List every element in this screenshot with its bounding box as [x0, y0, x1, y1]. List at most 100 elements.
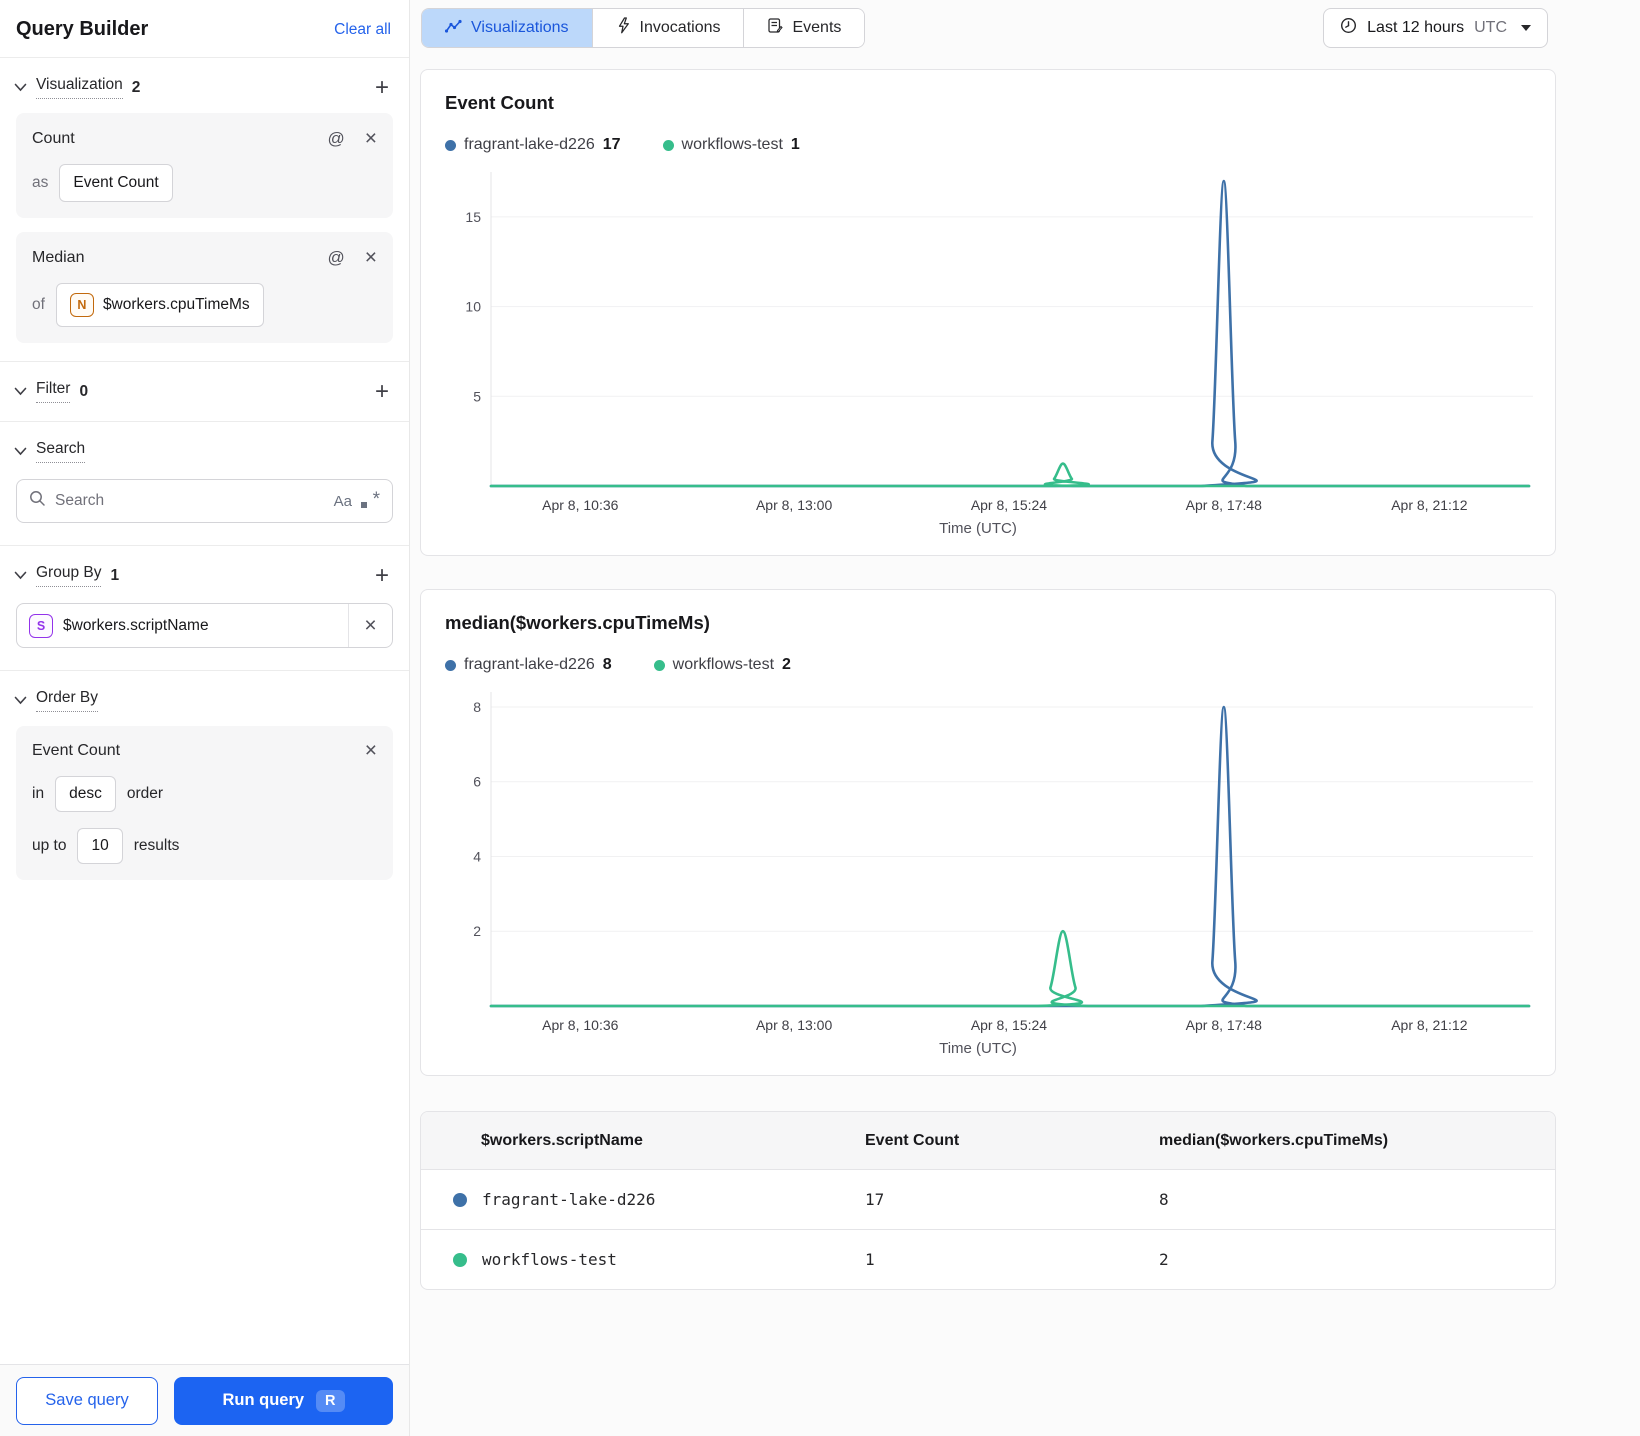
caret-down-icon	[1521, 25, 1531, 31]
topbar: Visualizations Invocations Events Last 1…	[420, 0, 1556, 48]
svg-text:5: 5	[473, 388, 481, 404]
mention-icon[interactable]: @	[327, 129, 344, 149]
query-builder-sidebar: Query Builder Clear all Visualization 2 …	[0, 0, 410, 1436]
filter-count: 0	[79, 382, 89, 400]
svg-text:Apr 8, 15:24: Apr 8, 15:24	[971, 1017, 1047, 1033]
remove-visualization-icon[interactable]: ×	[365, 128, 377, 149]
legend-item[interactable]: workflows-test 1	[662, 136, 800, 154]
visualization-section-label[interactable]: Visualization	[36, 76, 123, 99]
column-header-script-name[interactable]: $workers.scriptName	[421, 1132, 805, 1150]
remove-visualization-icon[interactable]: ×	[365, 247, 377, 268]
legend-item[interactable]: fragrant-lake-d226 8	[445, 656, 612, 674]
group-by-item[interactable]: S $workers.scriptName ×	[16, 603, 393, 648]
visualization-section: Visualization 2 + Count @ × as Event Cou…	[0, 58, 409, 362]
search-input[interactable]	[55, 492, 325, 510]
main-content: Visualizations Invocations Events Last 1…	[410, 0, 1640, 1436]
time-range-label: Last 12 hours	[1367, 19, 1465, 36]
svg-text:Apr 8, 17:48: Apr 8, 17:48	[1186, 1017, 1262, 1033]
svg-text:Apr 8, 21:12: Apr 8, 21:12	[1391, 497, 1467, 513]
chevron-down-icon[interactable]	[14, 83, 27, 92]
svg-text:Apr 8, 13:00: Apr 8, 13:00	[756, 1017, 832, 1033]
add-filter-button[interactable]: +	[375, 379, 389, 403]
series-dot	[453, 1192, 467, 1207]
filter-section-label[interactable]: Filter	[36, 380, 71, 403]
chevron-down-icon[interactable]	[14, 571, 27, 580]
legend-series-value: 1	[790, 136, 800, 153]
group-by-section-label[interactable]: Group By	[36, 564, 102, 587]
regex-icon[interactable]: *	[361, 489, 380, 511]
up-to-label: up to	[32, 837, 67, 854]
tab-visualizations[interactable]: Visualizations	[422, 9, 593, 47]
group-by-section: Group By 1 + S $workers.scriptName ×	[0, 546, 409, 671]
search-section: Search Aa *	[0, 422, 409, 546]
svg-text:Apr 8, 17:48: Apr 8, 17:48	[1186, 497, 1262, 513]
legend-item[interactable]: fragrant-lake-d226 17	[445, 136, 621, 154]
save-query-button[interactable]: Save query	[16, 1376, 158, 1425]
order-by-field: Event Count	[32, 742, 121, 759]
as-label: as	[32, 174, 49, 191]
chart-line-icon	[444, 19, 462, 38]
visualization-card-median: Median @ × of N $workers.cpuTimeMs	[16, 232, 393, 343]
time-range-selector[interactable]: Last 12 hours UTC	[1323, 8, 1548, 48]
remove-order-by-icon[interactable]: ×	[365, 740, 377, 761]
clear-all-link[interactable]: Clear all	[334, 21, 391, 39]
svg-text:4: 4	[473, 848, 481, 864]
order-by-section: Order By Event Count × in desc order up …	[0, 671, 409, 900]
remove-group-by-button[interactable]: ×	[348, 604, 392, 647]
series-dot	[653, 659, 665, 671]
sort-direction-select[interactable]: desc	[55, 776, 116, 812]
chart-legend: fragrant-lake-d226 17 workflows-test 1	[445, 136, 1531, 154]
search-section-label[interactable]: Search	[36, 440, 86, 463]
sidebar-header: Query Builder Clear all	[0, 0, 409, 58]
order-by-section-label[interactable]: Order By	[36, 689, 99, 712]
svg-text:6: 6	[473, 774, 481, 790]
svg-text:2: 2	[473, 923, 481, 939]
median-cputime-chart: 2 4 6 8 Apr 8, 10:36 Apr 8, 13:00 Apr 8, 15:24…	[473, 692, 1533, 1033]
group-by-field: $workers.scriptName	[63, 616, 209, 634]
group-by-count: 1	[110, 566, 120, 584]
tab-events[interactable]: Events	[744, 9, 865, 47]
chevron-down-icon[interactable]	[14, 447, 27, 456]
script-name-cell: workflows-test	[482, 1250, 617, 1269]
table-row[interactable]: fragrant-lake-d226 17 8	[421, 1169, 1555, 1229]
results-table: $workers.scriptName Event Count median($…	[420, 1111, 1556, 1290]
events-icon	[767, 17, 784, 39]
clock-icon	[1340, 17, 1357, 39]
legend-item[interactable]: workflows-test 2	[653, 656, 791, 674]
mention-icon[interactable]: @	[327, 248, 344, 268]
series-dot	[662, 139, 674, 151]
sidebar-footer: Save query Run query R	[0, 1364, 409, 1436]
visualization-card-count: Count @ × as Event Count	[16, 113, 393, 218]
run-query-button[interactable]: Run query R	[174, 1376, 393, 1425]
filter-section: Filter 0 +	[0, 362, 409, 422]
column-header-median[interactable]: median($workers.cpuTimeMs)	[1099, 1132, 1555, 1150]
svg-text:15: 15	[465, 209, 481, 225]
sidebar-scroll-area: Visualization 2 + Count @ × as Event Cou…	[0, 58, 409, 1364]
string-type-icon: S	[29, 613, 53, 638]
table-row[interactable]: workflows-test 1 2	[421, 1229, 1555, 1289]
event-count-cell: 1	[865, 1250, 875, 1269]
search-box: Aa *	[16, 479, 393, 523]
svg-text:10: 10	[465, 299, 481, 315]
search-icon	[29, 490, 46, 512]
x-axis-caption: Time (UTC)	[939, 520, 1017, 537]
add-visualization-button[interactable]: +	[375, 75, 389, 99]
match-case-icon[interactable]: Aa	[334, 493, 352, 510]
median-cputime-chart-card: median($workers.cpuTimeMs) fragrant-lake…	[420, 589, 1556, 1076]
result-limit-input[interactable]: 10	[77, 828, 123, 864]
tab-invocations[interactable]: Invocations	[592, 9, 745, 47]
table-header-row: $workers.scriptName Event Count median($…	[421, 1112, 1555, 1169]
number-type-icon: N	[69, 293, 94, 317]
chevron-down-icon[interactable]	[14, 387, 27, 396]
timezone-label: UTC	[1474, 19, 1507, 36]
alias-field[interactable]: Event Count	[59, 164, 173, 202]
svg-text:Apr 8, 21:12: Apr 8, 21:12	[1391, 1017, 1467, 1033]
median-cell: 8	[1159, 1190, 1169, 1209]
field-selector[interactable]: N $workers.cpuTimeMs	[55, 283, 264, 327]
series-dot	[445, 659, 456, 671]
chevron-down-icon[interactable]	[14, 696, 27, 705]
add-group-by-button[interactable]: +	[375, 563, 389, 587]
legend-series-value: 2	[782, 656, 791, 673]
of-label: of	[32, 296, 45, 313]
column-header-event-count[interactable]: Event Count	[805, 1132, 1099, 1150]
